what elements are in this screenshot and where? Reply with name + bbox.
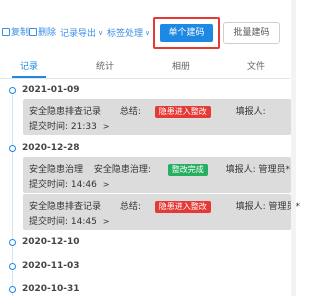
single-code-highlight: 单个建码 <box>153 17 220 49</box>
record-row: 安全隐患治理 安全隐患治理: 整改完成 填报人: 管理员* <box>29 162 290 176</box>
timeline-dot <box>9 263 16 270</box>
delete-button[interactable]: 删除 <box>29 27 56 39</box>
reporter-value: 管理员* <box>258 165 291 175</box>
time-value: 14:45 <box>70 217 97 227</box>
timeline-date: 2020-12-28 <box>22 143 80 153</box>
reporter-label: 填报人: <box>235 202 266 212</box>
record-time-row: 提交时间: 21:33 > <box>29 119 109 132</box>
record-title: 安全隐患排查记录 <box>29 202 102 212</box>
chevron-down-icon: ∨ <box>98 29 104 37</box>
chevron-right-icon: > <box>102 122 110 131</box>
timeline-date: 2020-10-31 <box>22 284 80 294</box>
time-label: 提交时间: <box>29 122 69 132</box>
tab-files[interactable]: 文件 <box>247 59 265 72</box>
reporter-label: 填报人: <box>225 165 256 175</box>
timeline-dot <box>9 286 16 293</box>
timeline-dot <box>9 145 16 152</box>
batch-code-button[interactable]: 批量建码 <box>223 22 280 44</box>
summary-label: 总结: <box>119 202 141 212</box>
status-badge: 隐患进入整改 <box>154 106 211 118</box>
timeline-date: 2020-11-03 <box>22 261 80 271</box>
record-row: 安全隐患排查记录 总结: 隐患进入整改 填报人: <box>29 104 266 118</box>
tabs: 记录 统计 相册 文件 <box>0 56 296 76</box>
record-time-row: 提交时间: 14:45 > <box>29 214 109 227</box>
timeline-date: 2020-12-10 <box>22 237 80 247</box>
tag-dropdown[interactable]: 标签处理 ∨ <box>107 27 150 40</box>
reporter-label: 填报人: <box>235 107 266 117</box>
chevron-right-icon: > <box>102 180 110 189</box>
timeline-date: 2021-01-09 <box>22 85 80 95</box>
time-label: 提交时间: <box>29 217 69 227</box>
tab-records[interactable]: 记录 <box>20 59 38 72</box>
record-mid-label: 安全隐患治理: <box>93 165 151 175</box>
record-title: 安全隐患治理 <box>29 165 84 175</box>
status-badge: 隐患进入整改 <box>154 201 211 213</box>
time-value: 14:46 <box>70 180 97 190</box>
scrollbar[interactable] <box>291 0 296 296</box>
time-label: 提交时间: <box>29 180 69 190</box>
chevron-right-icon: > <box>102 217 110 226</box>
record-card[interactable]: 安全隐患排查记录 总结: 隐患进入整改 填报人: 提交时间: 21:33 > <box>23 99 291 135</box>
summary-label: 总结: <box>119 107 141 117</box>
timeline-dot <box>9 239 16 246</box>
record-title: 安全隐患排查记录 <box>29 107 102 117</box>
tabs-divider <box>0 78 290 79</box>
copy-button[interactable]: 复制 <box>2 27 29 39</box>
toolbar: 复制 删除 记录导出 ∨ 标签处理 ∨ 单个建码 批量建码 <box>0 0 296 50</box>
timeline-dot <box>9 87 16 94</box>
copy-icon <box>2 28 10 36</box>
chevron-down-icon: ∨ <box>145 29 151 37</box>
record-card[interactable]: 安全隐患治理 安全隐患治理: 整改完成 填报人: 管理员* 提交时间: 14:4… <box>23 157 291 193</box>
status-badge: 整改完成 <box>167 164 208 176</box>
tab-album[interactable]: 相册 <box>172 59 190 72</box>
single-code-button[interactable]: 单个建码 <box>160 24 213 42</box>
time-value: 21:33 <box>70 122 97 132</box>
export-dropdown[interactable]: 记录导出 ∨ <box>60 27 103 40</box>
record-card[interactable]: 安全隐患排查记录 总结: 隐患进入整改 填报人: 管理员* 提交时间: 14:4… <box>23 194 300 230</box>
delete-icon <box>29 28 37 36</box>
record-row: 安全隐患排查记录 总结: 隐患进入整改 填报人: 管理员* <box>29 199 300 213</box>
record-time-row: 提交时间: 14:46 > <box>29 177 109 190</box>
tab-stats[interactable]: 统计 <box>96 59 114 72</box>
